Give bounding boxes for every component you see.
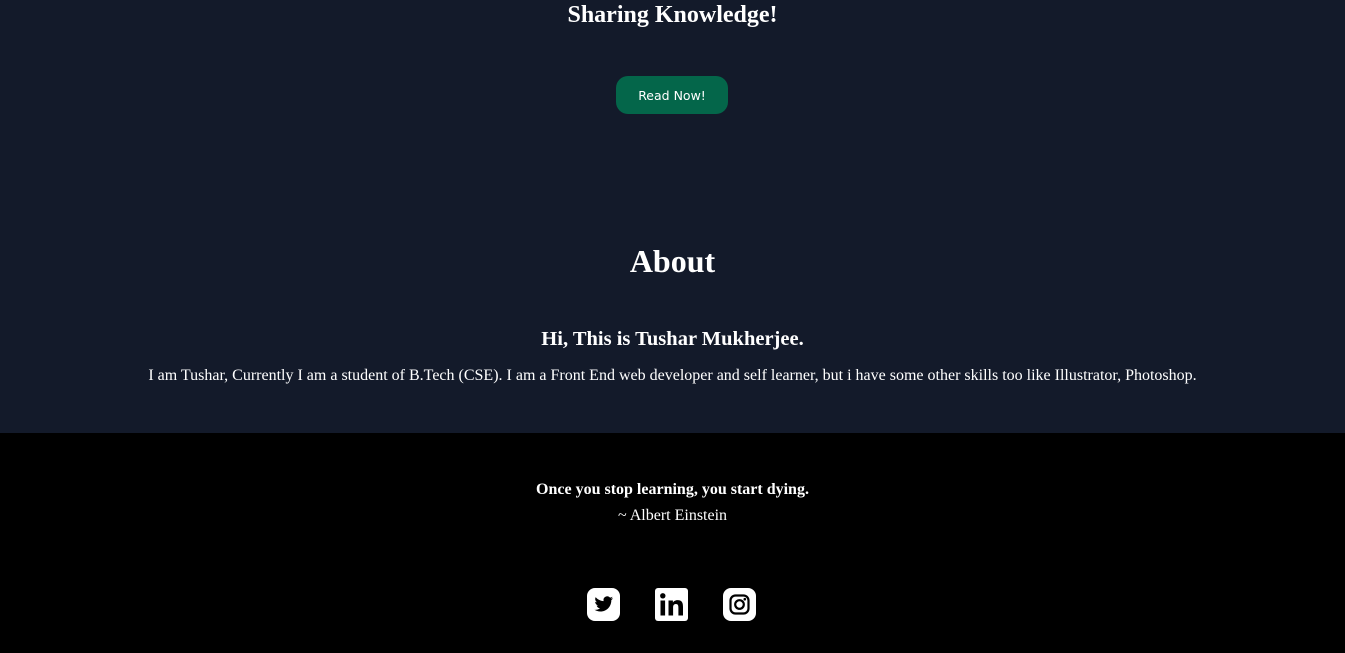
hero-title: Sharing Knowledge! — [567, 2, 778, 28]
linkedin-link[interactable] — [655, 588, 688, 621]
read-now-button[interactable]: Read Now! — [616, 76, 728, 114]
about-subheading: Hi, This is Tushar Mukherjee. — [541, 328, 804, 350]
twitter-icon — [587, 588, 620, 621]
quote-author: ~ Albert Einstein — [617, 507, 728, 524]
about-description: I am Tushar, Currently I am a student of… — [148, 367, 1197, 384]
footer: Once you stop learning, you start dying.… — [0, 433, 1345, 653]
footer-quote: Once you stop learning, you start dying. — [536, 481, 809, 498]
instagram-icon — [723, 588, 756, 621]
about-heading: About — [629, 243, 716, 279]
instagram-link[interactable] — [723, 588, 756, 621]
twitter-link[interactable] — [587, 588, 620, 621]
linkedin-icon — [655, 588, 688, 621]
hero-section: Sharing Knowledge! Read Now! About Hi, T… — [0, 0, 1345, 433]
